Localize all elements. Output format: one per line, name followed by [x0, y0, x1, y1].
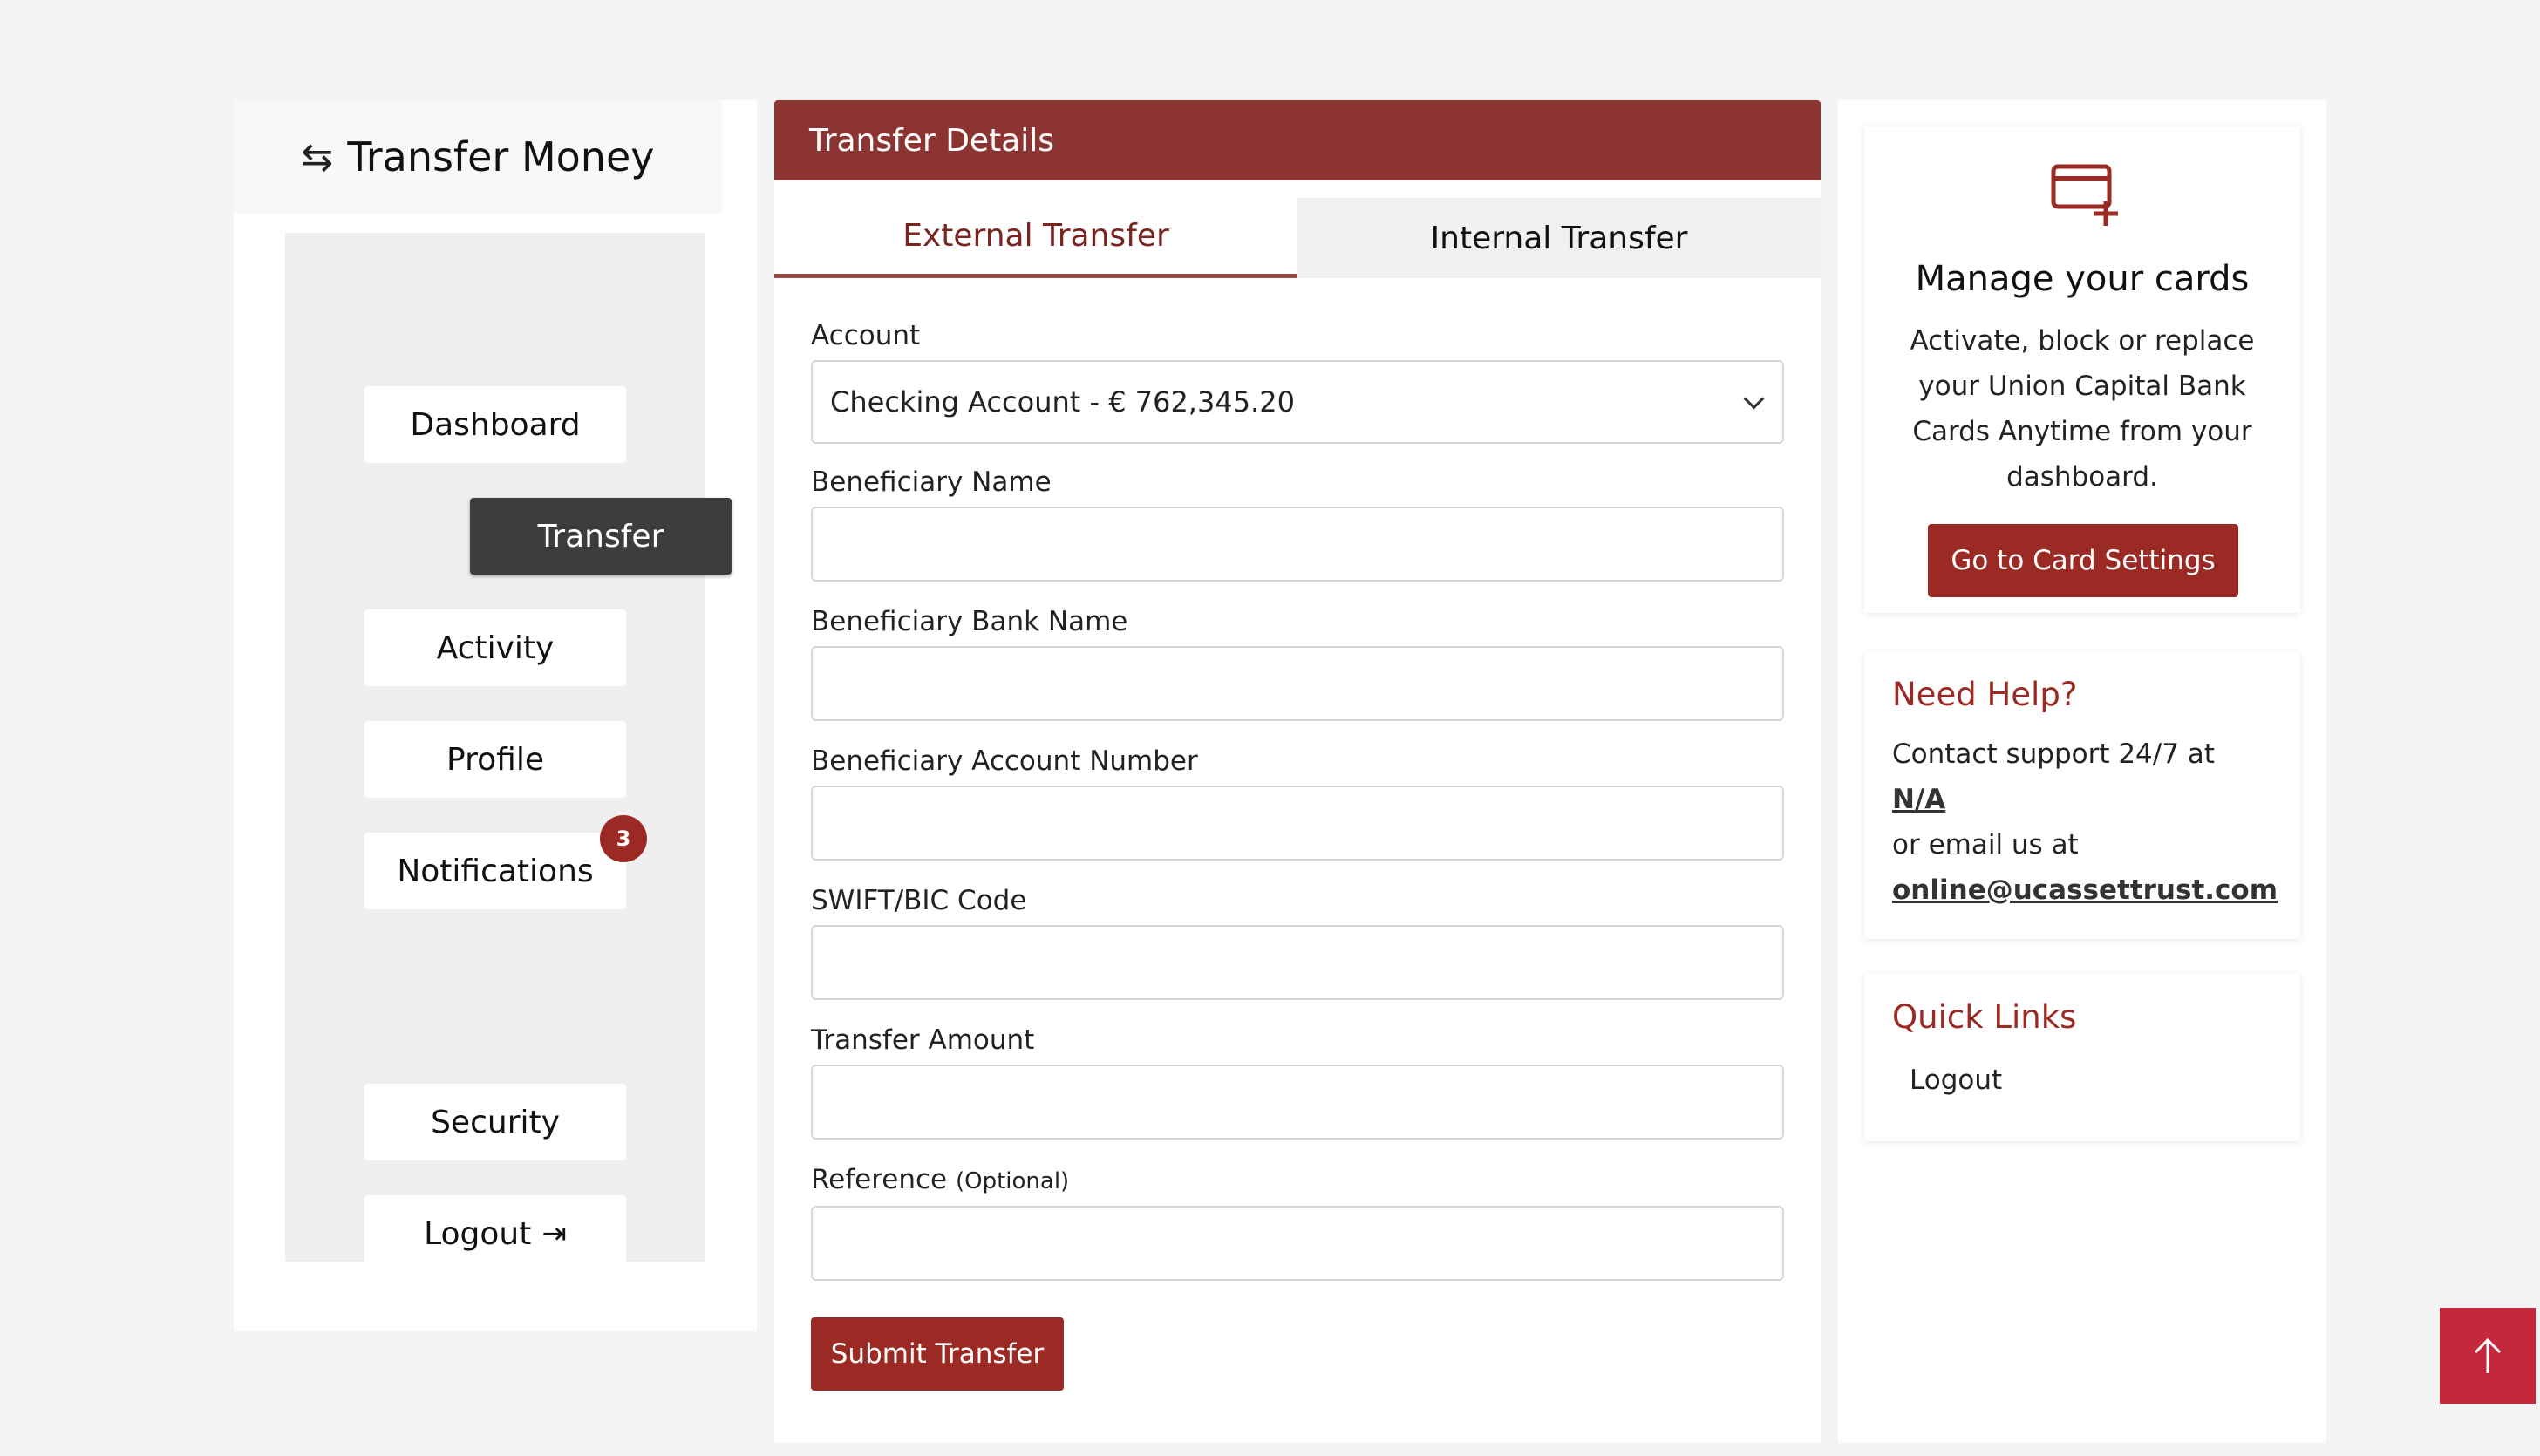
beneficiary-bank-name-label: Beneficiary Bank Name [811, 606, 1128, 637]
sidebar-item-label: Dashboard [410, 406, 581, 443]
reference-input[interactable] [811, 1206, 1784, 1281]
manage-cards-title: Manage your cards [1915, 259, 2250, 299]
sidebar-item-label: Notifications [397, 853, 594, 889]
card-settings-button[interactable]: Go to Card Settings [1928, 524, 2238, 597]
transfer-arrows-icon: ⇆ [301, 134, 334, 180]
email-text: or email us at [1892, 829, 2079, 861]
swift-bic-code-input[interactable] [811, 925, 1784, 1000]
quick-links-card: Quick Links Logout [1864, 974, 2300, 1141]
tab-internal-transfer[interactable]: Internal Transfer [1297, 198, 1821, 278]
sidebar-item-transfer[interactable]: Transfer [470, 498, 732, 575]
help-card: Need Help? Contact support 24/7 at N/A o… [1864, 651, 2300, 939]
sidebar-panel: ⇆ Transfer Money Dashboard Transfer Acti… [234, 100, 757, 1331]
optional-hint: (Optional) [955, 1168, 1070, 1194]
quick-links-title: Quick Links [1892, 998, 2077, 1036]
transfer-amount-input[interactable] [811, 1065, 1784, 1140]
sidebar-item-profile[interactable]: Profile [364, 721, 626, 798]
credit-card-add-icon [2051, 164, 2118, 226]
chevron-down-icon [1743, 387, 1765, 410]
account-select-value: Checking Account - € 762,345.20 [830, 385, 1295, 418]
support-email-link[interactable]: online@ucassettrust.com [1892, 874, 2278, 906]
arrow-up-icon [2474, 1337, 2502, 1373]
beneficiary-account-number-input[interactable] [811, 786, 1784, 861]
support-phone-link[interactable]: N/A [1892, 784, 1945, 815]
sidebar-item-label: Transfer [537, 518, 664, 555]
logout-icon: ⇥ [541, 1216, 567, 1251]
sidebar-item-label: Activity [436, 629, 555, 666]
notification-count-badge: 3 [600, 815, 647, 862]
sidebar-item-logout[interactable]: Logout ⇥ [364, 1195, 626, 1272]
beneficiary-name-input[interactable] [811, 507, 1784, 582]
account-label: Account [811, 320, 921, 351]
sidebar-header: ⇆ Transfer Money [234, 100, 722, 214]
sidebar-nav: Dashboard Transfer Activity Profile Noti… [285, 233, 732, 1272]
quick-link-logout[interactable]: Logout [1910, 1065, 2002, 1096]
beneficiary-name-label: Beneficiary Name [811, 466, 1052, 498]
tab-external-transfer[interactable]: External Transfer [774, 198, 1297, 278]
sidebar-item-activity[interactable]: Activity [364, 609, 626, 686]
scroll-to-top-button[interactable] [2440, 1308, 2536, 1404]
transfer-form-panel: Transfer Details External Transfer Inter… [774, 100, 1821, 1443]
manage-cards-card: Manage your cards Activate, block or rep… [1864, 126, 2300, 613]
reference-label-text: Reference [811, 1164, 948, 1195]
support-text: Contact support 24/7 at [1892, 738, 2215, 770]
submit-transfer-button[interactable]: Submit Transfer [811, 1317, 1064, 1391]
swift-bic-code-label: SWIFT/BIC Code [811, 885, 1027, 916]
sidebar-item-dashboard[interactable]: Dashboard [364, 386, 626, 463]
help-title: Need Help? [1892, 676, 2078, 713]
transfer-amount-label: Transfer Amount [811, 1024, 1035, 1056]
right-sidebar: Manage your cards Activate, block or rep… [1838, 100, 2326, 1443]
sidebar-item-label: Profile [446, 741, 544, 778]
page-title: Transfer Money [347, 133, 655, 180]
sidebar-item-security[interactable]: Security [364, 1084, 626, 1160]
sidebar-item-label: Logout [424, 1215, 532, 1252]
sidebar-item-notifications[interactable]: Notifications 3 [364, 815, 647, 909]
reference-label: Reference (Optional) [811, 1164, 1069, 1195]
transfer-tabs: External Transfer Internal Transfer [774, 198, 1821, 278]
beneficiary-bank-name-input[interactable] [811, 646, 1784, 721]
manage-cards-text: Activate, block or replace your Union Ca… [1910, 325, 2255, 493]
transfer-details-header: Transfer Details [774, 100, 1821, 180]
account-select[interactable]: Checking Account - € 762,345.20 [811, 360, 1784, 444]
sidebar-item-label: Security [431, 1104, 560, 1140]
beneficiary-account-number-label: Beneficiary Account Number [811, 745, 1198, 777]
